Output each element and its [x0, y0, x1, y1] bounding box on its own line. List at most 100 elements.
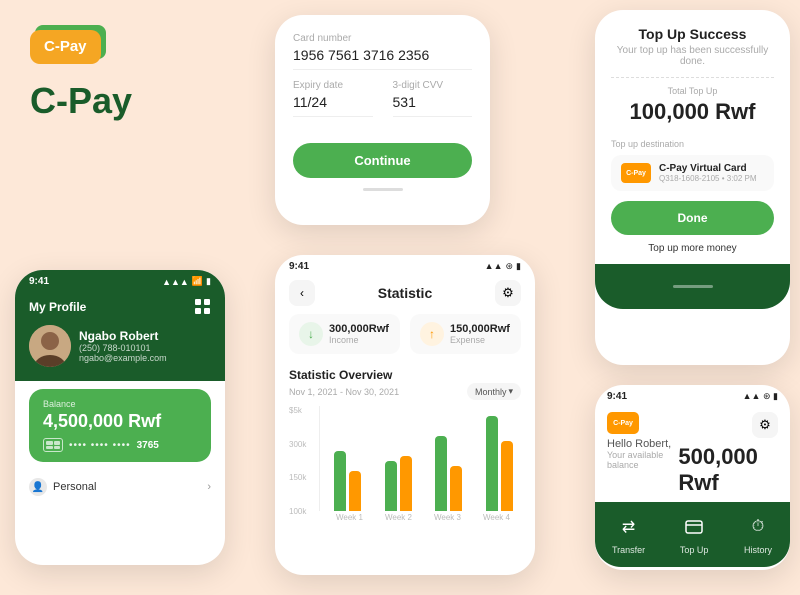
battery-icon: ▮ [206, 276, 211, 287]
phone-hello: 9:41 ▲▲ ⊛ ▮ C-Pay Hello Robert, Your ava… [595, 385, 790, 570]
history-label: History [744, 545, 772, 555]
wifi-icon: 📶 [192, 276, 203, 287]
bar-w4-orange [501, 441, 513, 511]
logo-text: C-Pay [44, 38, 87, 55]
history-button[interactable]: ⏱ History [743, 512, 773, 555]
topup-button[interactable]: Top Up [679, 512, 709, 555]
phone-profile: 9:41 ▲▲▲ 📶 ▮ My Profile [15, 270, 225, 565]
balance-label: Balance [43, 399, 197, 409]
dest-logo: C-Pay [621, 163, 651, 183]
user-phone: (250) 788-010101 [79, 343, 167, 353]
stat-status-icons: ▲▲ ⊛ ▮ [485, 261, 521, 272]
card-dots: •••• •••• •••• [69, 440, 131, 451]
expense-label: Expense [450, 335, 510, 345]
profile-footer[interactable]: 👤 Personal › [15, 470, 225, 504]
stat-status-bar: 9:41 ▲▲ ⊛ ▮ [275, 255, 535, 276]
card-chip [43, 438, 63, 452]
chevron-right-icon: › [207, 481, 211, 493]
total-topup-section: Total Top Up 100,000 Rwf [595, 86, 790, 135]
period-selector[interactable]: Monthly ▾ [467, 383, 521, 400]
bottom-actions: ⇄ Transfer Top Up ⏱ History [595, 502, 790, 567]
home-indicator [673, 285, 713, 288]
dest-card: C-Pay C-Pay Virtual Card Q318-1608-2105 … [611, 155, 774, 191]
profile-header: My Profile Ngabo Robert (250) 788-010101… [15, 291, 225, 381]
progress-indicator [363, 188, 403, 191]
hello-status-bar: 9:41 ▲▲ ⊛ ▮ [595, 385, 790, 406]
available-label: Your available balance [607, 450, 678, 470]
stat-summary: ↓ 300,000Rwf Income ↑ 150,000Rwf Expense [275, 314, 535, 364]
wifi-icon: ⊛ [763, 391, 771, 401]
stat-title: Statistic [378, 285, 432, 301]
topup-action-label: Top Up [680, 545, 709, 555]
user-email: ngabo@example.com [79, 353, 167, 363]
success-header: Top Up Success Your top up has been succ… [595, 10, 790, 77]
settings-button[interactable]: ⚙ [495, 280, 521, 306]
hello-content: C-Pay Hello Robert, Your available balan… [595, 406, 790, 502]
phone-topup-success: Top Up Success Your top up has been succ… [595, 10, 790, 365]
dest-label: Top up destination [611, 139, 774, 149]
cpay-mini-text: C-Pay [613, 420, 633, 427]
settings-button-topup[interactable]: ⚙ [752, 412, 778, 438]
hello-time: 9:41 [607, 391, 627, 402]
history-icon: ⏱ [743, 512, 773, 542]
signal-icon: ▲▲ [485, 261, 503, 272]
battery-icon: ▮ [516, 261, 521, 272]
logo-badge: C-Pay [30, 30, 101, 64]
bar-w2-orange [400, 456, 412, 511]
card-number-label: Card number [293, 33, 472, 44]
personal-icon: 👤 [29, 478, 47, 496]
balance-amount: 4,500,000 Rwf [43, 411, 197, 432]
user-name: Ngabo Robert [79, 329, 167, 343]
week1-label: Week 1 [325, 513, 374, 522]
bar-w1-orange [349, 471, 361, 511]
period-label: Monthly [475, 387, 507, 397]
cvv-value: 531 [393, 94, 473, 117]
balance-display: 500,000 Rwf [678, 444, 778, 496]
success-subtitle: Your top up has been successfully done. [611, 45, 774, 67]
bar-w2-green [385, 461, 397, 511]
done-button[interactable]: Done [611, 201, 774, 235]
transfer-button[interactable]: ⇄ Transfer [612, 512, 645, 555]
battery-icon: ▮ [773, 391, 778, 401]
y-label-300k: 300k [289, 440, 306, 449]
card-last4: 3765 [137, 440, 159, 451]
phone-card-form: Card number 1956 7561 3716 2356 Expiry d… [275, 15, 490, 225]
y-label-100k: 100k [289, 507, 306, 516]
continue-button[interactable]: Continue [293, 143, 472, 178]
success-title: Top Up Success [611, 26, 774, 42]
bar-w1-green [334, 451, 346, 511]
chart-area: $5k 300k 150k 100k [275, 406, 535, 536]
total-amount: 100,000 Rwf [611, 99, 774, 125]
phone-statistics: 9:41 ▲▲ ⊛ ▮ ‹ Statistic ⚙ ↓ 300,000Rwf I… [275, 255, 535, 575]
y-label-5k: $5k [289, 406, 306, 415]
dropdown-icon: ▾ [508, 386, 513, 397]
profile-title: My Profile [29, 300, 86, 314]
topup-more-link[interactable]: Top up more money [595, 243, 790, 254]
topup-icon [679, 512, 709, 542]
expense-amount: 150,000Rwf [450, 323, 510, 335]
brand-name: C-Pay [30, 80, 132, 122]
expiry-value: 11/24 [293, 94, 373, 117]
overview-date: Nov 1, 2021 - Nov 30, 2021 [289, 387, 399, 397]
back-button[interactable]: ‹ [289, 280, 315, 306]
branding-section: C-Pay C-Pay [30, 30, 132, 122]
signal-icon: ▲▲▲ [162, 277, 189, 287]
cpay-mini-logo: C-Pay [607, 412, 639, 434]
bar-w3-orange [450, 466, 462, 511]
stat-time: 9:41 [289, 261, 309, 272]
hello-section: C-Pay Hello Robert, Your available balan… [607, 412, 678, 470]
expense-card: ↑ 150,000Rwf Expense [410, 314, 521, 354]
stat-overview: Statistic Overview Nov 1, 2021 - Nov 30,… [275, 364, 535, 406]
income-card: ↓ 300,000Rwf Income [289, 314, 400, 354]
hello-status-icons: ▲▲ ⊛ ▮ [743, 391, 778, 402]
transfer-label: Transfer [612, 545, 645, 555]
y-axis-labels: $5k 300k 150k 100k [289, 406, 306, 516]
qr-icon[interactable] [195, 299, 211, 315]
user-info: Ngabo Robert (250) 788-010101 ngabo@exam… [79, 329, 167, 363]
dest-meta: Q318-1608-2105 • 3:02 PM [659, 174, 757, 183]
bar-w4-green [486, 416, 498, 511]
y-label-150k: 150k [289, 473, 306, 482]
bar-w3-green [435, 436, 447, 511]
total-label: Total Top Up [611, 86, 774, 96]
profile-status-bar: 9:41 ▲▲▲ 📶 ▮ [15, 270, 225, 291]
